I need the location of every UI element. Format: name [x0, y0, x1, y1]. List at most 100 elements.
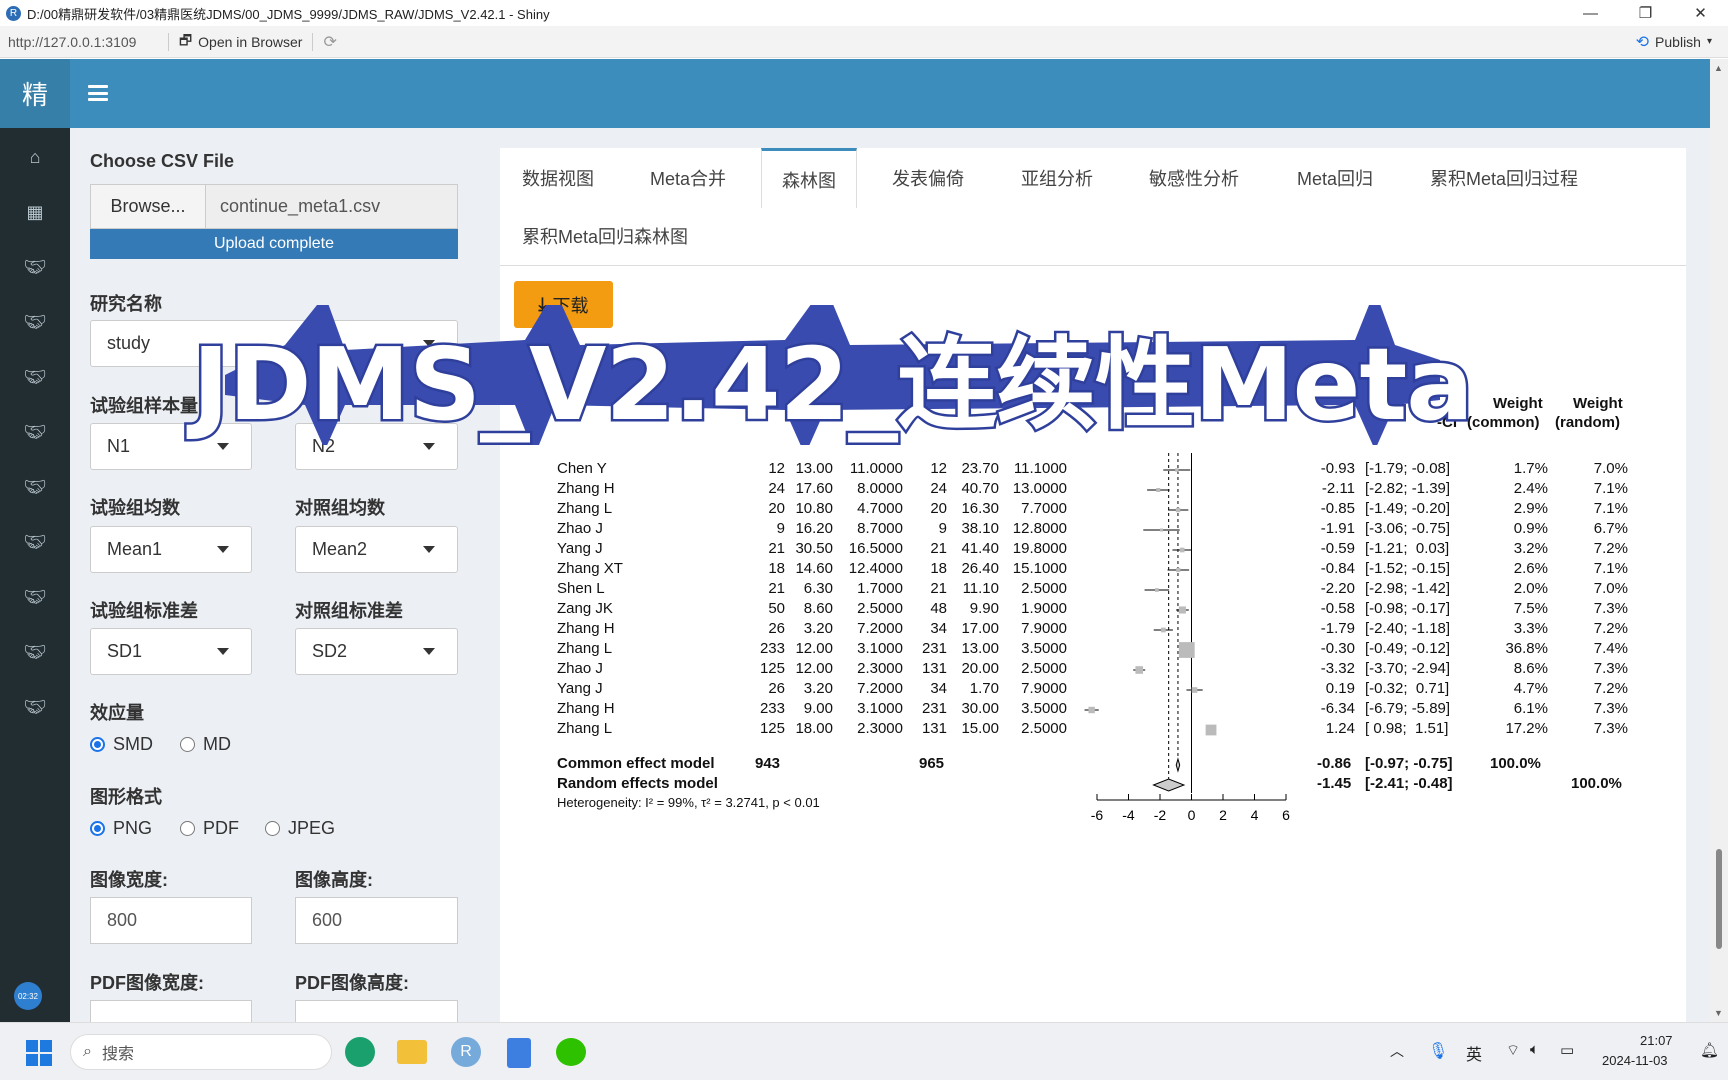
wifi-icon[interactable]: ⌔	[1506, 1041, 1520, 1060]
battery-icon[interactable]: ▭	[1560, 1041, 1574, 1059]
handshake-icon[interactable]: 🤝︎	[20, 366, 50, 388]
overlay-title-text: JDMS_V2.42_连续性Meta	[190, 323, 1476, 445]
weight-common-cell: 1.7%	[1513, 460, 1548, 477]
handshake-icon[interactable]: 🤝︎	[20, 311, 50, 333]
chevron-down-icon: ▾	[1706, 36, 1712, 47]
publish-icon: ⟲	[1635, 33, 1650, 51]
weight-random-cell: 7.1%	[1593, 560, 1628, 577]
sd2-cell: 7.7000	[1021, 500, 1067, 517]
restore-icon[interactable]: ❐	[1618, 0, 1673, 26]
exp-sd-select[interactable]: SD1	[90, 628, 252, 675]
handshake-icon[interactable]: 🤝︎	[20, 531, 50, 553]
x-axis-tick-label: -2	[1154, 807, 1167, 823]
radio-png-label: PNG	[113, 818, 153, 838]
tab-sensitivity[interactable]: 敏感性分析	[1149, 148, 1239, 208]
height-input[interactable]: 600	[295, 897, 458, 944]
sd1-cell: 7.2000	[857, 680, 903, 697]
width-input[interactable]: 800	[90, 897, 252, 944]
browse-button[interactable]: Browse...	[91, 185, 206, 228]
ctrl-sd-select[interactable]: SD2	[295, 628, 458, 675]
notepad-icon[interactable]	[507, 1038, 531, 1068]
n1-cell: 50	[768, 600, 785, 617]
smd-cell: -0.30	[1320, 640, 1355, 657]
open-in-browser-button[interactable]: 🗗 Open in Browser	[179, 30, 302, 54]
study-cell: Yang J	[557, 680, 603, 697]
mean2-cell: 11.10	[962, 580, 999, 597]
ctrl-sd-label: 对照组标准差	[295, 601, 403, 621]
folder-icon[interactable]	[397, 1040, 427, 1064]
notification-icon[interactable]: 🔔︎	[1700, 1041, 1719, 1059]
radio-smd[interactable]: SMD	[90, 734, 153, 755]
caret-down-icon	[217, 546, 229, 553]
handshake-icon[interactable]: 🤝︎	[20, 696, 50, 718]
menu-toggle-icon[interactable]	[88, 81, 108, 105]
ime-indicator[interactable]: 英	[1466, 1041, 1482, 1065]
tab-cumulative-forest[interactable]: 累积Meta回归森林图	[522, 206, 688, 266]
sd2-cell: 7.9000	[1021, 620, 1067, 637]
radio-pdf[interactable]: PDF	[180, 818, 239, 839]
exp-n-label: 试验组样本量	[90, 396, 198, 416]
tab-cumulative-process[interactable]: 累积Meta回归过程	[1430, 148, 1578, 208]
smd-cell: -0.93	[1320, 460, 1355, 477]
handshake-icon[interactable]: 🤝︎	[20, 641, 50, 663]
caret-down-icon	[423, 546, 435, 553]
weight-common-cell: 3.3%	[1513, 620, 1548, 637]
handshake-icon[interactable]: 🤝︎	[20, 256, 50, 278]
handshake-icon[interactable]: 🤝︎	[20, 476, 50, 498]
chevron-up-icon[interactable]: ︿	[1390, 1041, 1404, 1061]
pdf-width-input[interactable]	[90, 1000, 252, 1022]
ctrl-mean-select[interactable]: Mean2	[295, 526, 458, 573]
scroll-up-icon[interactable]: ▲	[1714, 63, 1723, 73]
random-ci: [-2.41; -0.48]	[1365, 775, 1453, 792]
header-weight-random: Weight	[1573, 395, 1623, 412]
table-icon[interactable]: ▦	[20, 201, 50, 223]
file-input[interactable]: Browse... continue_meta1.csv	[90, 184, 458, 229]
minimize-icon[interactable]: —	[1563, 0, 1618, 26]
exp-mean-select[interactable]: Mean1	[90, 526, 252, 573]
wechat-icon[interactable]	[556, 1038, 586, 1066]
sd2-cell: 2.5000	[1021, 660, 1067, 677]
radio-png[interactable]: PNG	[90, 818, 152, 839]
publish-label: Publish	[1655, 33, 1701, 50]
clock-time[interactable]: 21:07	[1640, 1033, 1673, 1048]
microphone-icon[interactable]: 🎙︎	[1428, 1041, 1448, 1061]
taskbar-search[interactable]: ⌕ 搜索	[70, 1034, 332, 1070]
edge-icon[interactable]	[345, 1037, 375, 1067]
ci-cell: [-0.98; -0.17]	[1365, 600, 1451, 617]
rstudio-icon[interactable]: R	[451, 1037, 481, 1067]
radio-md[interactable]: MD	[180, 734, 231, 755]
pdf-height-input[interactable]	[295, 1000, 458, 1022]
handshake-icon[interactable]: 🤝︎	[20, 586, 50, 608]
weight-random-cell: 7.3%	[1593, 720, 1628, 737]
tab-meta-pool[interactable]: Meta合并	[650, 148, 726, 208]
mean2-cell: 15.00	[961, 720, 999, 737]
tab-data-view[interactable]: 数据视图	[522, 148, 594, 208]
study-select-value: study	[107, 333, 151, 353]
app-logo[interactable]: 精	[0, 59, 70, 128]
effect-size-label: 效应量	[90, 703, 144, 723]
close-icon[interactable]: ✕	[1673, 0, 1728, 26]
home-icon[interactable]: ⌂	[20, 146, 50, 168]
scroll-down-icon[interactable]: ▼	[1714, 1008, 1723, 1018]
refresh-icon[interactable]: ⟳	[323, 32, 336, 52]
publish-button[interactable]: ⟲ Publish ▾	[1636, 32, 1712, 52]
weight-random-cell: 7.3%	[1593, 660, 1628, 677]
radio-jpeg[interactable]: JPEG	[265, 818, 335, 839]
clock-date[interactable]: 2024-11-03	[1602, 1053, 1668, 1068]
scrollbar-thumb[interactable]	[1716, 849, 1722, 949]
url-display: http://127.0.0.1:3109	[8, 33, 137, 50]
volume-icon[interactable]: 🔈︎	[1530, 1041, 1539, 1058]
smd-cell: 0.19	[1325, 680, 1355, 697]
effect-square	[1178, 606, 1186, 614]
sd2-cell: 19.8000	[1012, 540, 1067, 557]
weight-common-cell: 36.8%	[1505, 640, 1548, 657]
page-scrollbar[interactable]: ▲ ▼	[1710, 59, 1728, 1022]
windows-start-icon[interactable]	[26, 1040, 52, 1066]
tab-publication-bias[interactable]: 发表偏倚	[892, 148, 964, 208]
tab-subgroup[interactable]: 亚组分析	[1021, 148, 1093, 208]
tab-forest-plot[interactable]: 森林图	[761, 148, 857, 208]
tab-meta-regression[interactable]: Meta回归	[1297, 148, 1373, 208]
r-app-icon: R	[6, 5, 21, 21]
handshake-icon[interactable]: 🤝︎	[20, 421, 50, 443]
n2-cell: 12	[930, 460, 947, 477]
